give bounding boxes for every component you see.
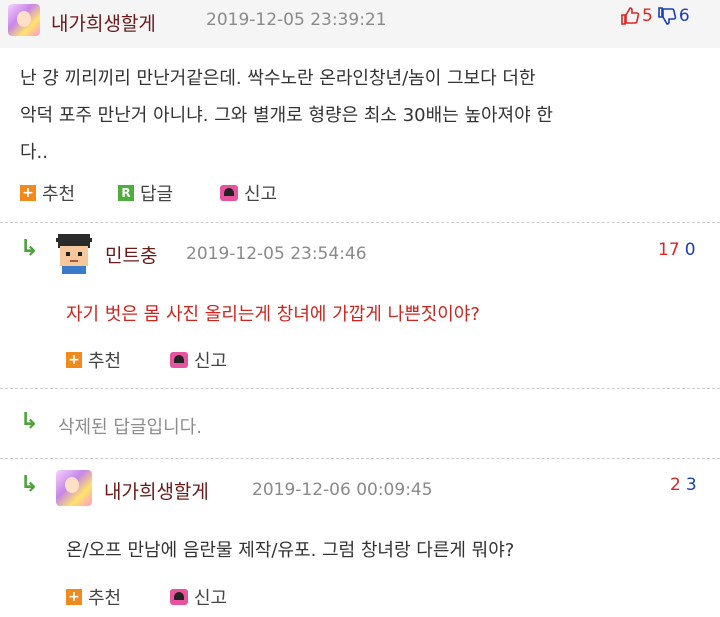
siren-icon (220, 185, 238, 201)
reply-timestamp: 2019-12-06 00:09:45 (252, 480, 433, 500)
thumbs-up-icon[interactable] (620, 6, 640, 26)
user-avatar[interactable] (56, 470, 92, 506)
reply-body: 온/오프 만남에 음란물 제작/유포. 그럼 창녀랑 다른게 뭐야? (66, 540, 515, 561)
plus-icon: + (66, 589, 82, 605)
reply-label: 답글 (140, 184, 174, 205)
reply-arrow-icon: ↳ (20, 409, 39, 434)
divider (0, 458, 720, 459)
siren-icon (170, 589, 188, 605)
reply-r-icon: R (118, 185, 134, 201)
reply-button[interactable]: R 답글 (118, 180, 173, 206)
reply-author[interactable]: 민트충 (105, 241, 157, 268)
dislike-count: 3 (685, 475, 697, 495)
recommend-label: 추천 (88, 588, 122, 609)
plus-icon: + (66, 352, 82, 368)
deleted-reply-text: 삭제된 답글입니다. (58, 417, 202, 438)
recommend-button[interactable]: + 추천 (20, 180, 75, 206)
comment-body-line: 다.. (20, 142, 49, 163)
report-label: 신고 (194, 588, 228, 609)
reply-arrow-icon: ↳ (20, 236, 39, 261)
comment-author[interactable]: 내가희생할게 (51, 9, 156, 36)
thumbs-down-icon[interactable] (657, 6, 677, 26)
reply-timestamp: 2019-12-05 23:54:46 (186, 244, 367, 264)
user-avatar[interactable] (8, 4, 40, 36)
report-label: 신고 (244, 184, 278, 205)
report-label: 신고 (194, 351, 228, 372)
user-avatar[interactable] (56, 234, 92, 274)
report-button[interactable]: 신고 (170, 347, 227, 373)
reply-arrow-icon: ↳ (20, 472, 39, 497)
reply-author[interactable]: 내가희생할게 (104, 477, 209, 504)
like-count: 2 (670, 475, 681, 495)
recommend-label: 추천 (88, 351, 122, 372)
recommend-label: 추천 (42, 184, 76, 205)
divider (0, 388, 720, 389)
report-button[interactable]: 신고 (170, 584, 227, 610)
dislike-count: 0 (684, 240, 696, 260)
like-count: 17 (658, 240, 680, 260)
siren-icon (170, 352, 188, 368)
comment-body-line: 악덕 포주 만난거 아니냐. 그와 별개로 형량은 최소 30배는 높아져야 한 (20, 105, 553, 126)
comment-body: 난 걍 끼리끼리 만난거같은데. 싹수노란 온라인창년/놈이 그보다 더한 악덕… (20, 60, 710, 171)
report-button[interactable]: 신고 (220, 180, 277, 206)
like-count: 5 (642, 6, 653, 26)
vote-box: 5 6 (620, 6, 690, 26)
reply-body: 자기 벗은 몸 사진 올리는게 창녀에 가깝게 나쁜짓이야? (66, 304, 480, 325)
divider (0, 222, 720, 223)
recommend-button[interactable]: + 추천 (66, 347, 121, 373)
recommend-button[interactable]: + 추천 (66, 584, 121, 610)
dislike-count: 6 (678, 6, 690, 26)
vote-box: 17 0 (658, 240, 696, 260)
plus-icon: + (20, 185, 36, 201)
comment-body-line: 난 걍 끼리끼리 만난거같은데. 싹수노란 온라인창년/놈이 그보다 더한 (20, 68, 536, 89)
comment-timestamp: 2019-12-05 23:39:21 (206, 10, 387, 30)
vote-box: 2 3 (670, 475, 697, 495)
